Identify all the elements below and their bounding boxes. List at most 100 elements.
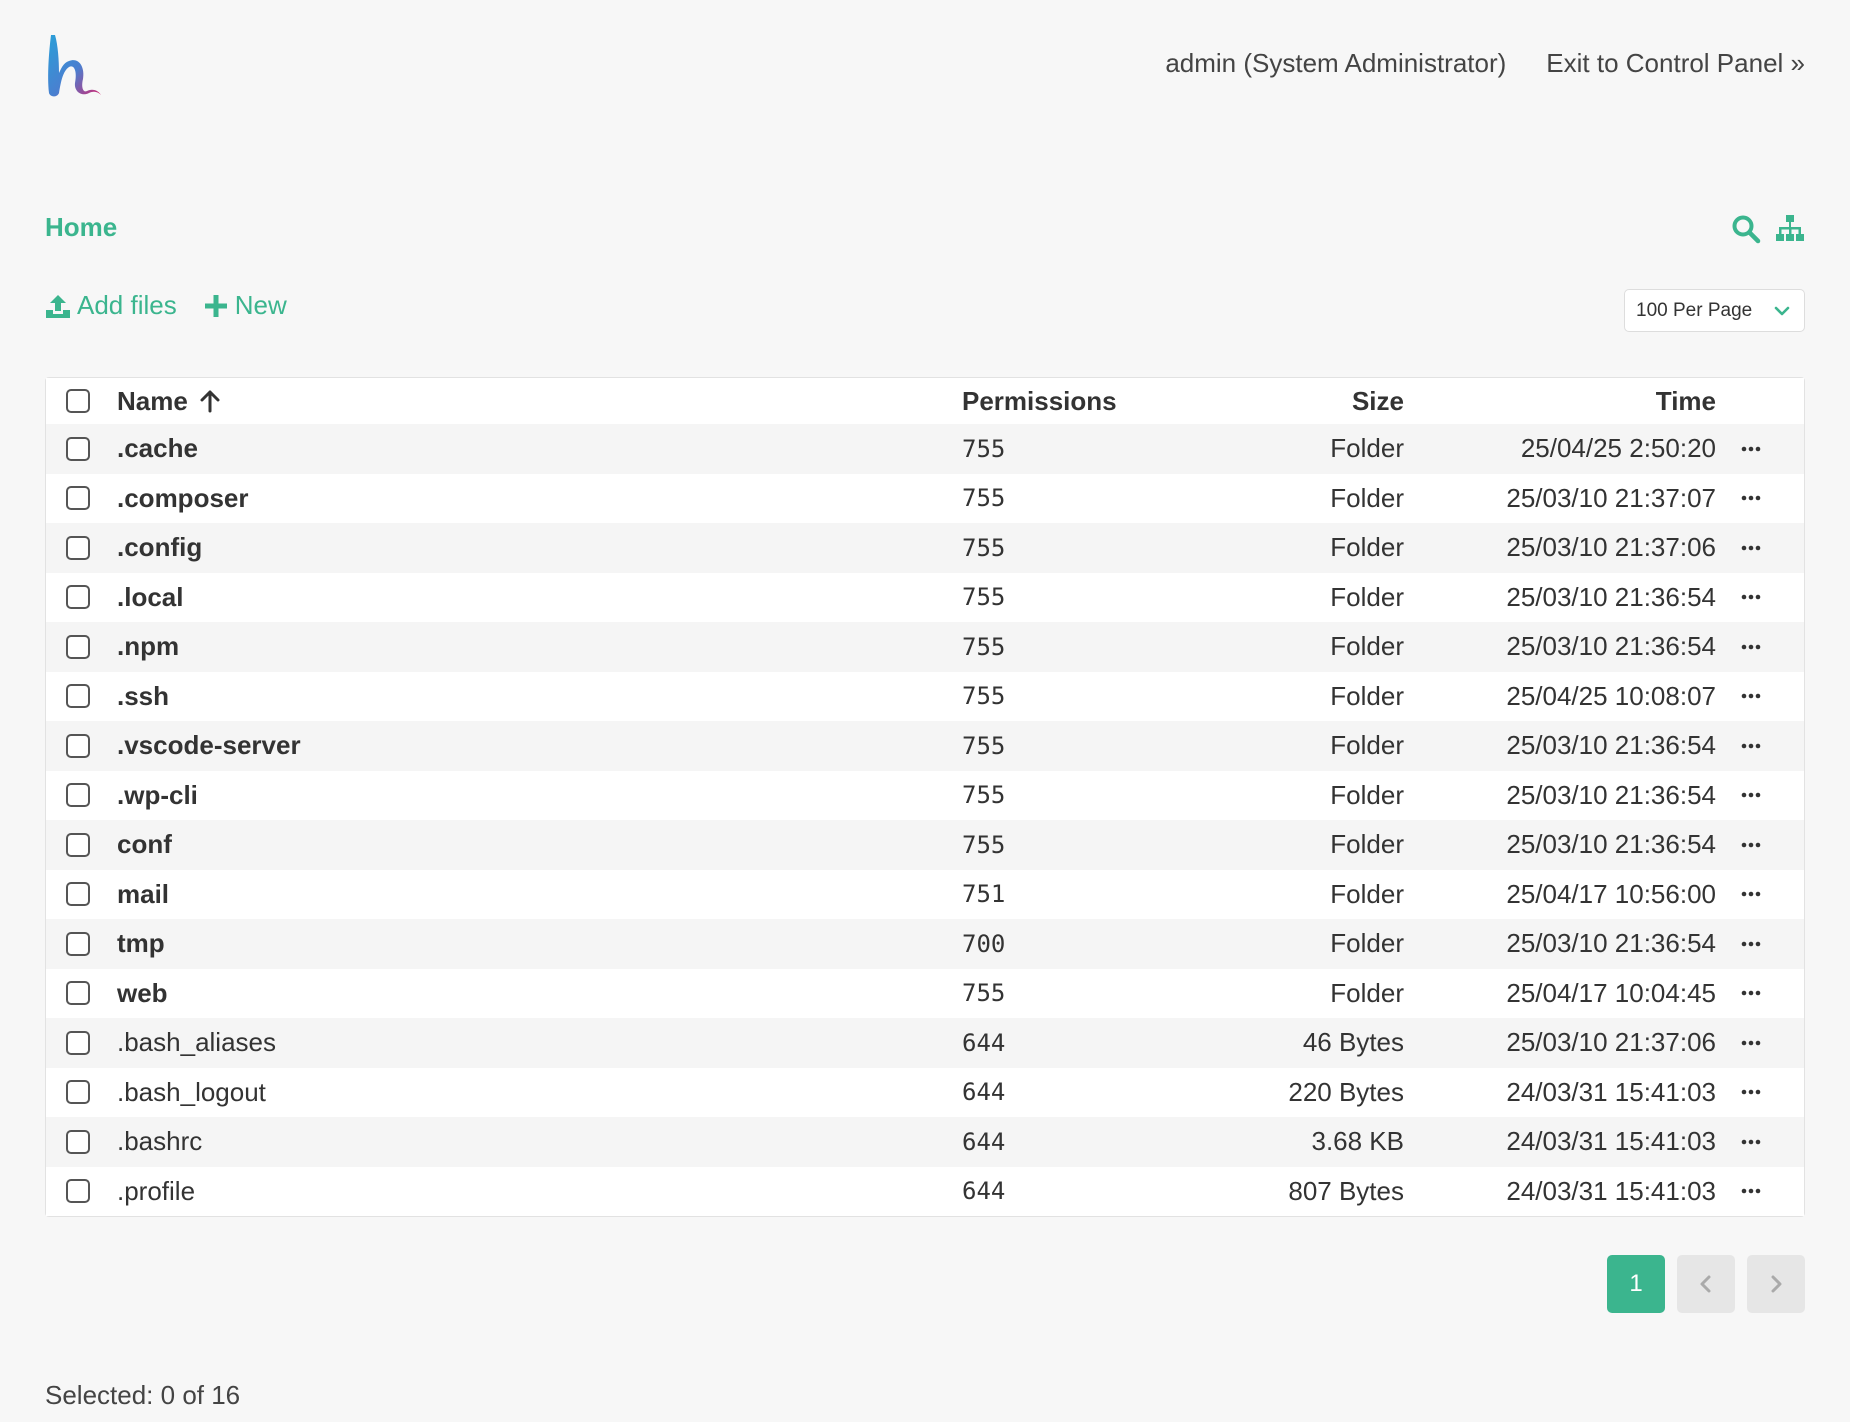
row-checkbox[interactable] bbox=[66, 1129, 90, 1154]
pagination: 1 bbox=[1607, 1255, 1805, 1313]
file-name[interactable]: .composer bbox=[117, 483, 249, 514]
file-permissions: 755 bbox=[962, 583, 1006, 612]
table-row[interactable]: .npm 755 Folder 25/03/10 21:36:54 bbox=[46, 622, 1804, 672]
file-time: 25/03/10 21:37:06 bbox=[1506, 1027, 1716, 1058]
row-checkbox[interactable] bbox=[66, 436, 90, 461]
row-checkbox[interactable] bbox=[66, 585, 90, 610]
file-permissions: 644 bbox=[962, 1127, 1006, 1156]
file-name[interactable]: .wp-cli bbox=[117, 780, 198, 811]
more-icon[interactable] bbox=[1741, 891, 1761, 897]
file-size: Folder bbox=[1330, 631, 1404, 662]
file-time: 25/03/10 21:36:54 bbox=[1506, 779, 1716, 810]
file-name[interactable]: .config bbox=[117, 532, 202, 563]
more-icon[interactable] bbox=[1741, 1188, 1761, 1194]
more-icon[interactable] bbox=[1741, 693, 1761, 699]
add-files-button[interactable]: Add files bbox=[45, 290, 177, 321]
file-name[interactable]: .cache bbox=[117, 433, 198, 464]
user-menu[interactable]: admin (System Administrator) bbox=[1165, 48, 1506, 79]
next-page-button[interactable] bbox=[1747, 1255, 1805, 1313]
file-name[interactable]: web bbox=[117, 978, 168, 1009]
table-row[interactable]: .ssh 755 Folder 25/04/25 10:08:07 bbox=[46, 671, 1804, 721]
table-row[interactable]: .bashrc 644 3.68 KB 24/03/31 15:41:03 bbox=[46, 1117, 1804, 1167]
more-icon[interactable] bbox=[1741, 1040, 1761, 1046]
file-time: 25/03/10 21:36:54 bbox=[1506, 730, 1716, 761]
row-checkbox[interactable] bbox=[66, 931, 90, 956]
column-permissions-header[interactable]: Permissions bbox=[962, 386, 1117, 417]
plus-icon bbox=[204, 294, 227, 317]
row-checkbox[interactable] bbox=[66, 832, 90, 857]
table-row[interactable]: mail 751 Folder 25/04/17 10:56:00 bbox=[46, 869, 1804, 919]
row-checkbox[interactable] bbox=[66, 981, 90, 1006]
table-row[interactable]: .config 755 Folder 25/03/10 21:37:06 bbox=[46, 523, 1804, 573]
file-time: 25/03/10 21:36:54 bbox=[1506, 829, 1716, 860]
table-row[interactable]: .cache 755 Folder 25/04/25 2:50:20 bbox=[46, 424, 1804, 474]
file-time: 24/03/31 15:41:03 bbox=[1506, 1175, 1716, 1206]
column-time-header[interactable]: Time bbox=[1656, 386, 1716, 417]
row-checkbox[interactable] bbox=[66, 684, 90, 709]
prev-page-button[interactable] bbox=[1677, 1255, 1735, 1313]
file-name[interactable]: .local bbox=[117, 582, 183, 613]
row-checkbox[interactable] bbox=[66, 882, 90, 907]
row-checkbox[interactable] bbox=[66, 733, 90, 758]
file-name[interactable]: .bashrc bbox=[117, 1126, 202, 1157]
column-name-header[interactable]: Name bbox=[117, 386, 222, 417]
breadcrumb-home[interactable]: Home bbox=[45, 212, 117, 242]
more-icon[interactable] bbox=[1741, 792, 1761, 798]
file-size: Folder bbox=[1330, 829, 1404, 860]
file-permissions: 644 bbox=[962, 1177, 1006, 1206]
table-row[interactable]: .bash_aliases 644 46 Bytes 25/03/10 21:37:0… bbox=[46, 1018, 1804, 1068]
file-time: 25/04/25 10:08:07 bbox=[1506, 680, 1716, 711]
more-icon[interactable] bbox=[1741, 495, 1761, 501]
more-icon[interactable] bbox=[1741, 990, 1761, 996]
file-name[interactable]: tmp bbox=[117, 928, 165, 959]
top-bar: admin (System Administrator) Exit to Con… bbox=[45, 28, 1805, 103]
file-size: Folder bbox=[1330, 581, 1404, 612]
more-icon[interactable] bbox=[1741, 644, 1761, 650]
top-nav: admin (System Administrator) Exit to Con… bbox=[1165, 48, 1805, 79]
more-icon[interactable] bbox=[1741, 842, 1761, 848]
more-icon[interactable] bbox=[1741, 743, 1761, 749]
page-button-current[interactable]: 1 bbox=[1607, 1255, 1665, 1313]
row-checkbox[interactable] bbox=[66, 1030, 90, 1055]
table-row[interactable]: .vscode-server 755 Folder 25/03/10 21:36:54 bbox=[46, 721, 1804, 771]
table-row[interactable]: .wp-cli 755 Folder 25/03/10 21:36:54 bbox=[46, 770, 1804, 820]
search-icon[interactable] bbox=[1731, 214, 1761, 244]
sitemap-icon[interactable] bbox=[1775, 214, 1805, 244]
more-icon[interactable] bbox=[1741, 545, 1761, 551]
row-checkbox[interactable] bbox=[66, 486, 90, 511]
file-name[interactable]: .npm bbox=[117, 631, 179, 662]
logo[interactable] bbox=[45, 31, 105, 99]
file-time: 25/03/10 21:36:54 bbox=[1506, 631, 1716, 662]
table-row[interactable]: conf 755 Folder 25/03/10 21:36:54 bbox=[46, 820, 1804, 870]
row-checkbox[interactable] bbox=[66, 535, 90, 560]
row-checkbox[interactable] bbox=[66, 783, 90, 808]
row-checkbox[interactable] bbox=[66, 1179, 90, 1204]
table-row[interactable]: tmp 700 Folder 25/03/10 21:36:54 bbox=[46, 919, 1804, 969]
per-page-select[interactable]: 100 Per Page bbox=[1624, 289, 1805, 332]
file-name[interactable]: .vscode-server bbox=[117, 730, 301, 761]
column-size-header[interactable]: Size bbox=[1352, 386, 1404, 417]
file-name[interactable]: mail bbox=[117, 879, 169, 910]
more-icon[interactable] bbox=[1741, 1089, 1761, 1095]
exit-control-panel-link[interactable]: Exit to Control Panel » bbox=[1546, 48, 1805, 79]
table-row[interactable]: .bash_logout 644 220 Bytes 24/03/31 15:41:0… bbox=[46, 1067, 1804, 1117]
select-all-checkbox[interactable] bbox=[66, 389, 90, 413]
more-icon[interactable] bbox=[1741, 941, 1761, 947]
row-checkbox[interactable] bbox=[66, 634, 90, 659]
file-name[interactable]: conf bbox=[117, 829, 172, 860]
file-size: Folder bbox=[1330, 977, 1404, 1008]
file-name[interactable]: .ssh bbox=[117, 681, 169, 712]
more-icon[interactable] bbox=[1741, 1139, 1761, 1145]
table-row[interactable]: web 755 Folder 25/04/17 10:04:45 bbox=[46, 968, 1804, 1018]
row-checkbox[interactable] bbox=[66, 1080, 90, 1105]
file-name[interactable]: .bash_aliases bbox=[117, 1027, 276, 1058]
more-icon[interactable] bbox=[1741, 594, 1761, 600]
file-name[interactable]: .bash_logout bbox=[117, 1077, 266, 1108]
more-icon[interactable] bbox=[1741, 446, 1761, 452]
table-row[interactable]: .composer 755 Folder 25/03/10 21:37:07 bbox=[46, 473, 1804, 523]
new-button[interactable]: New bbox=[203, 290, 287, 321]
chevron-left-icon bbox=[1700, 1275, 1711, 1293]
table-row[interactable]: .profile 644 807 Bytes 24/03/31 15:41:03 bbox=[46, 1166, 1804, 1216]
table-row[interactable]: .local 755 Folder 25/03/10 21:36:54 bbox=[46, 572, 1804, 622]
file-name[interactable]: .profile bbox=[117, 1176, 195, 1207]
